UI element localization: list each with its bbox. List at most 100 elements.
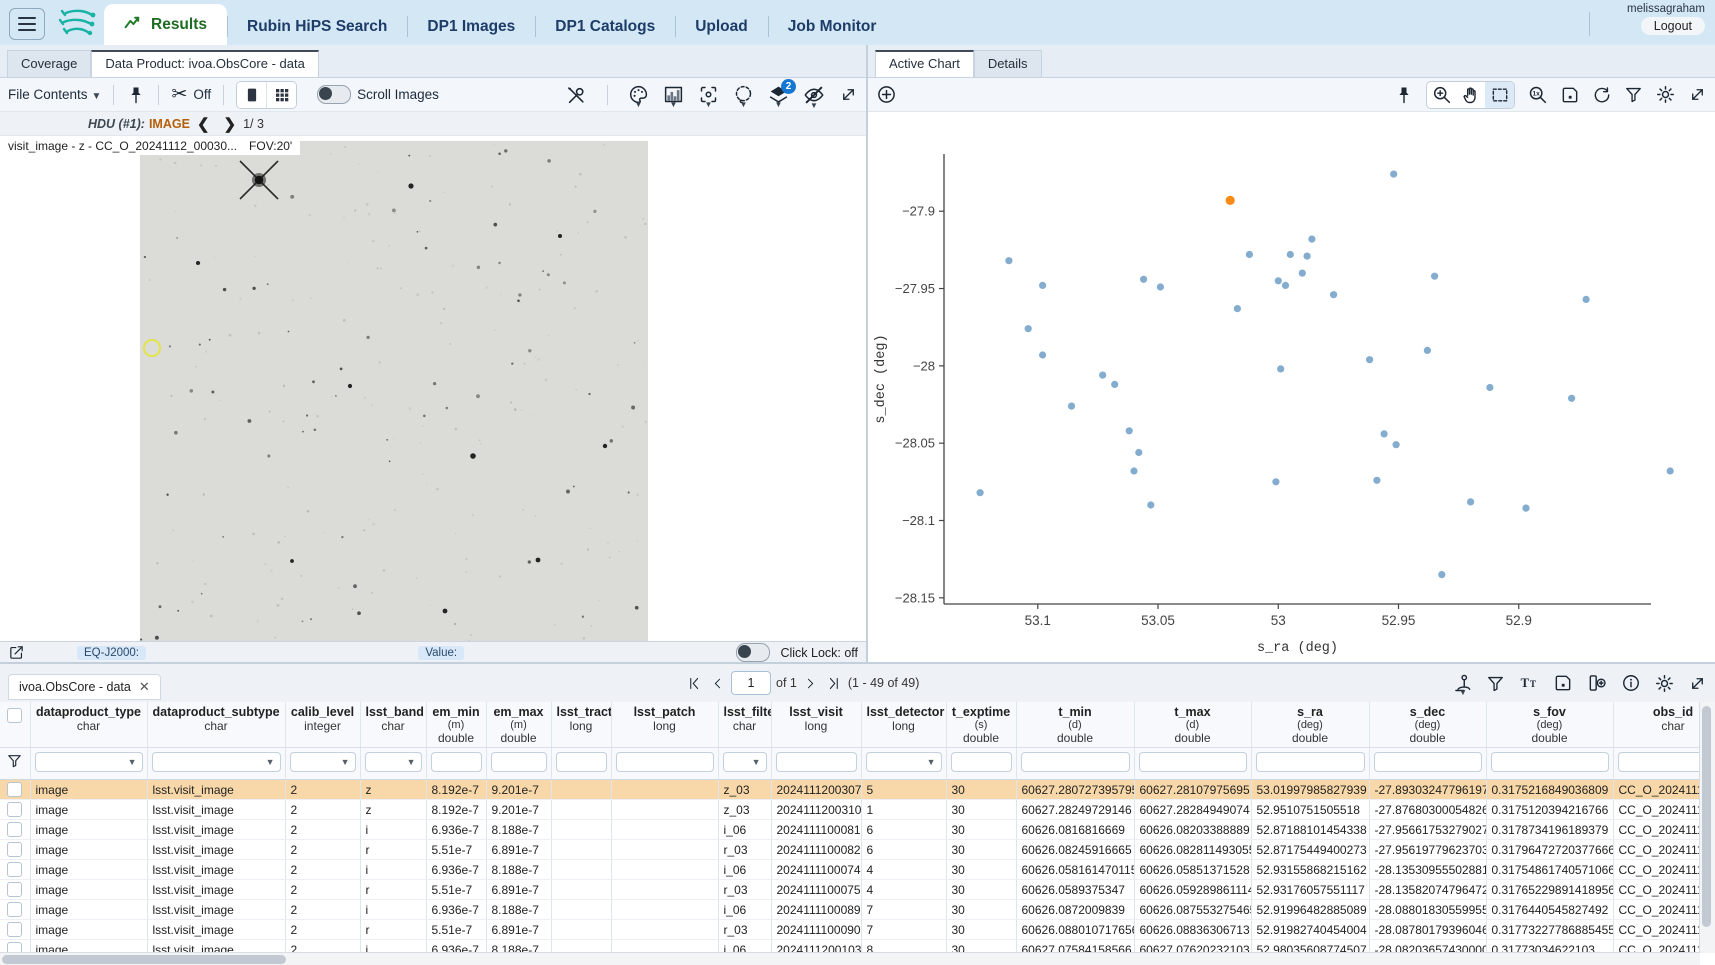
table-save-button[interactable] <box>1553 673 1573 693</box>
hamburger-menu-button[interactable] <box>9 8 45 40</box>
stretch-histogram-button[interactable]: ▼ <box>663 84 684 105</box>
next-page-button[interactable] <box>802 674 819 693</box>
table-row[interactable]: imagelsst.visit_image2i6.936e-78.188e-7i… <box>0 820 1700 840</box>
filter-input-t_exptime[interactable] <box>951 752 1012 772</box>
expand-table-panel-button[interactable] <box>1688 674 1707 693</box>
last-page-button[interactable] <box>824 674 843 693</box>
hide-overlays-button[interactable]: ▼ <box>803 84 825 106</box>
grid-view-button[interactable] <box>266 82 296 108</box>
tab-coverage[interactable]: Coverage <box>7 50 91 77</box>
pin-chart-button[interactable] <box>1394 85 1414 105</box>
table-row[interactable]: imagelsst.visit_image2i6.936e-78.188e-7i… <box>0 860 1700 880</box>
table-row[interactable]: imagelsst.visit_image2i6.936e-78.188e-7i… <box>0 940 1700 954</box>
filter-input-em_min[interactable] <box>431 752 482 772</box>
filter-input-s_dec[interactable] <box>1374 752 1482 772</box>
first-page-button[interactable] <box>685 674 704 693</box>
filter-select-dataproduct_type[interactable]: ▼ <box>35 752 143 772</box>
row-checkbox[interactable] <box>7 782 22 797</box>
table-text-view-button[interactable]: TT <box>1518 673 1540 693</box>
column-header-dataproduct_type[interactable]: dataproduct_typechar <box>30 702 147 748</box>
chart-settings-button[interactable] <box>1655 84 1676 105</box>
column-header-em_min[interactable]: em_min(m)double <box>426 702 486 748</box>
region-select-button[interactable]: ▼ <box>733 84 754 105</box>
select-all-checkbox[interactable] <box>7 708 22 723</box>
chart-save-button[interactable] <box>1560 85 1580 105</box>
hdu-prev-button[interactable]: ❮ <box>197 115 210 133</box>
nav-tab-rubin-hips-search[interactable]: Rubin HiPS Search <box>227 8 407 45</box>
single-view-button[interactable] <box>237 82 266 108</box>
column-header-lsst_tract[interactable]: lsst_tractlong <box>551 702 611 748</box>
filter-input-lsst_patch[interactable] <box>616 752 714 772</box>
row-checkbox[interactable] <box>7 882 22 897</box>
nav-tab-job-monitor[interactable]: Job Monitor <box>768 8 897 45</box>
table-row[interactable]: imagelsst.visit_image2i6.936e-78.188e-7i… <box>0 900 1700 920</box>
table-row[interactable]: imagelsst.visit_image2z8.192e-79.201e-7z… <box>0 780 1700 800</box>
chart-pan-tool[interactable] <box>1456 82 1485 108</box>
table-tab[interactable]: ivoa.ObsCore - data ✕ <box>8 674 161 700</box>
table-row[interactable]: imagelsst.visit_image2r5.51e-76.891e-7r_… <box>0 920 1700 940</box>
table-row[interactable]: imagelsst.visit_image2r5.51e-76.891e-7r_… <box>0 880 1700 900</box>
click-lock-toggle[interactable] <box>736 643 770 662</box>
filter-select-lsst_band[interactable]: ▼ <box>365 752 422 772</box>
nav-tab-dp1-catalogs[interactable]: DP1 Catalogs <box>535 8 675 45</box>
nav-tab-upload[interactable]: Upload <box>675 8 768 45</box>
image-tools-button[interactable] <box>565 84 587 106</box>
hdu-next-button[interactable]: ❯ <box>224 115 237 133</box>
column-header-s_ra[interactable]: s_ra(deg)double <box>1251 702 1369 748</box>
nav-tab-results[interactable]: Results <box>104 4 227 45</box>
row-checkbox[interactable] <box>7 842 22 857</box>
column-header-lsst_visit[interactable]: lsst_visitlong <box>771 702 861 748</box>
column-header-lsst_patch[interactable]: lsst_patchlong <box>611 702 718 748</box>
tab-data-product-ivoa-obscore-data[interactable]: Data Product: ivoa.ObsCore - data <box>91 50 318 77</box>
prev-page-button[interactable] <box>709 674 726 693</box>
filter-input-obs_id[interactable] <box>1618 752 1701 772</box>
tab-active-chart[interactable]: Active Chart <box>875 50 974 77</box>
chart-zoom-reset-button[interactable]: 1x <box>1527 84 1548 105</box>
column-header-lsst_band[interactable]: lsst_bandchar <box>360 702 426 748</box>
crop-tool-button[interactable]: ✂ <box>171 83 187 106</box>
fits-image[interactable] <box>140 141 648 641</box>
table-info-button[interactable] <box>1621 673 1641 693</box>
filter-input-t_max[interactable] <box>1139 752 1247 772</box>
recenter-button[interactable]: ▼ <box>698 84 719 105</box>
nav-tab-dp1-images[interactable]: DP1 Images <box>407 8 535 45</box>
filter-input-em_max[interactable] <box>491 752 547 772</box>
column-header-t_max[interactable]: t_max(d)double <box>1134 702 1251 748</box>
column-header-dataproduct_subtype[interactable]: dataproduct_subtypechar <box>147 702 285 748</box>
chart-refresh-button[interactable] <box>1592 85 1612 105</box>
table-horizontal-scrollbar[interactable] <box>0 952 1700 965</box>
filter-input-lsst_visit[interactable] <box>776 752 857 772</box>
column-header-t_min[interactable]: t_min(d)double <box>1016 702 1134 748</box>
filter-select-lsst_detector[interactable]: ▼ <box>866 752 942 772</box>
row-checkbox[interactable] <box>7 862 22 877</box>
table-vertical-scrollbar[interactable] <box>1699 702 1715 953</box>
column-header-calib_level[interactable]: calib_levelinteger <box>285 702 360 748</box>
column-header-t_exptime[interactable]: t_exptime(s)double <box>946 702 1016 748</box>
chart-zoom-tool[interactable] <box>1427 82 1456 108</box>
column-header-obs_id[interactable]: obs_idchar <box>1613 702 1700 748</box>
row-checkbox[interactable] <box>7 802 22 817</box>
table-options-button[interactable] <box>1654 673 1675 694</box>
scroll-images-toggle[interactable] <box>317 85 351 104</box>
row-checkbox[interactable] <box>7 922 22 937</box>
table-row[interactable]: imagelsst.visit_image2r5.51e-76.891e-7r_… <box>0 840 1700 860</box>
column-header-em_max[interactable]: em_max(m)double <box>486 702 551 748</box>
pin-table-button[interactable]: ▼ <box>1453 673 1473 693</box>
expand-chart-panel-button[interactable] <box>1688 85 1707 104</box>
tab-details[interactable]: Details <box>974 50 1042 77</box>
column-header-s_fov[interactable]: s_fov(deg)double <box>1486 702 1613 748</box>
row-checkbox[interactable] <box>7 822 22 837</box>
file-contents-dropdown[interactable]: File Contents▼ <box>8 87 101 102</box>
column-header-lsst_detector[interactable]: lsst_detectorlong <box>861 702 946 748</box>
filter-select-calib_level[interactable]: ▼ <box>290 752 356 772</box>
color-palette-button[interactable]: ▼ <box>628 84 649 105</box>
pin-image-button[interactable] <box>126 85 146 105</box>
popout-image-button[interactable] <box>8 644 25 661</box>
add-chart-button[interactable] <box>876 84 897 105</box>
filter-input-s_fov[interactable] <box>1491 752 1609 772</box>
filter-select-lsst_filter[interactable]: ▼ <box>723 752 767 772</box>
chart-select-tool[interactable] <box>1485 82 1514 108</box>
page-number-input[interactable] <box>731 671 771 695</box>
logout-button[interactable]: Logout <box>1641 17 1705 35</box>
column-header-s_dec[interactable]: s_dec(deg)double <box>1369 702 1486 748</box>
